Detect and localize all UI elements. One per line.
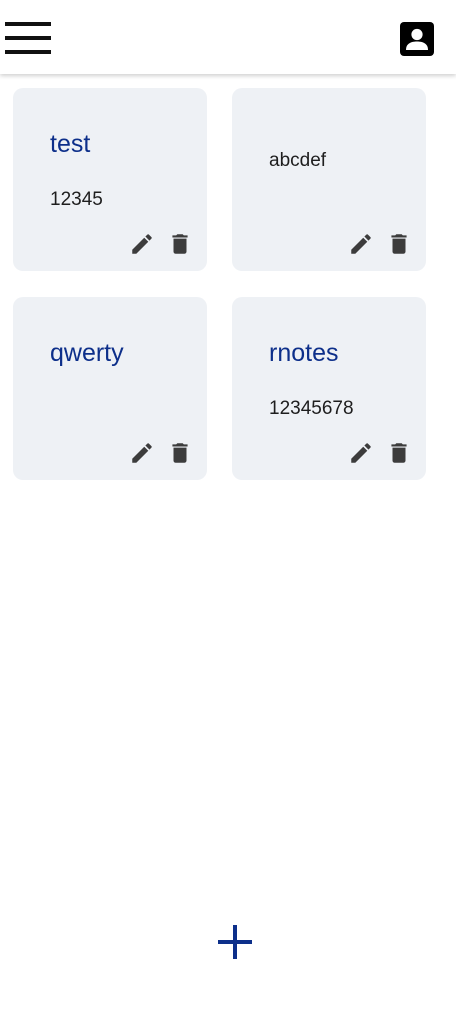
trash-icon <box>391 234 407 254</box>
account-box-icon <box>400 22 434 56</box>
pencil-icon <box>132 443 152 463</box>
note-title: test <box>50 130 91 158</box>
add-note-button[interactable] <box>212 918 258 964</box>
note-body: 12345 <box>50 189 103 210</box>
delete-note-button[interactable] <box>386 440 412 466</box>
pencil-icon <box>351 443 371 463</box>
app-bar <box>0 0 456 74</box>
note-card[interactable]: abcdef <box>232 88 426 271</box>
edit-note-button[interactable] <box>348 440 374 466</box>
notes-app: test 12345 abcdef qwerty rnotes 12345678 <box>0 0 456 1013</box>
account-button[interactable] <box>400 22 434 56</box>
pencil-icon <box>132 234 152 254</box>
pencil-icon <box>351 234 371 254</box>
edit-note-button[interactable] <box>129 231 155 257</box>
trash-icon <box>172 234 188 254</box>
trash-icon <box>172 443 188 463</box>
delete-note-button[interactable] <box>386 231 412 257</box>
note-card[interactable]: qwerty <box>13 297 207 480</box>
menu-button[interactable] <box>5 22 51 54</box>
note-title: qwerty <box>50 339 124 367</box>
note-card[interactable]: rnotes 12345678 <box>232 297 426 480</box>
note-body: abcdef <box>269 150 327 171</box>
delete-note-button[interactable] <box>167 440 193 466</box>
note-title: rnotes <box>269 339 339 367</box>
edit-note-button[interactable] <box>129 440 155 466</box>
edit-note-button[interactable] <box>348 231 374 257</box>
trash-icon <box>391 443 407 463</box>
note-card[interactable]: test 12345 <box>13 88 207 271</box>
delete-note-button[interactable] <box>167 231 193 257</box>
note-body: 12345678 <box>269 398 354 419</box>
